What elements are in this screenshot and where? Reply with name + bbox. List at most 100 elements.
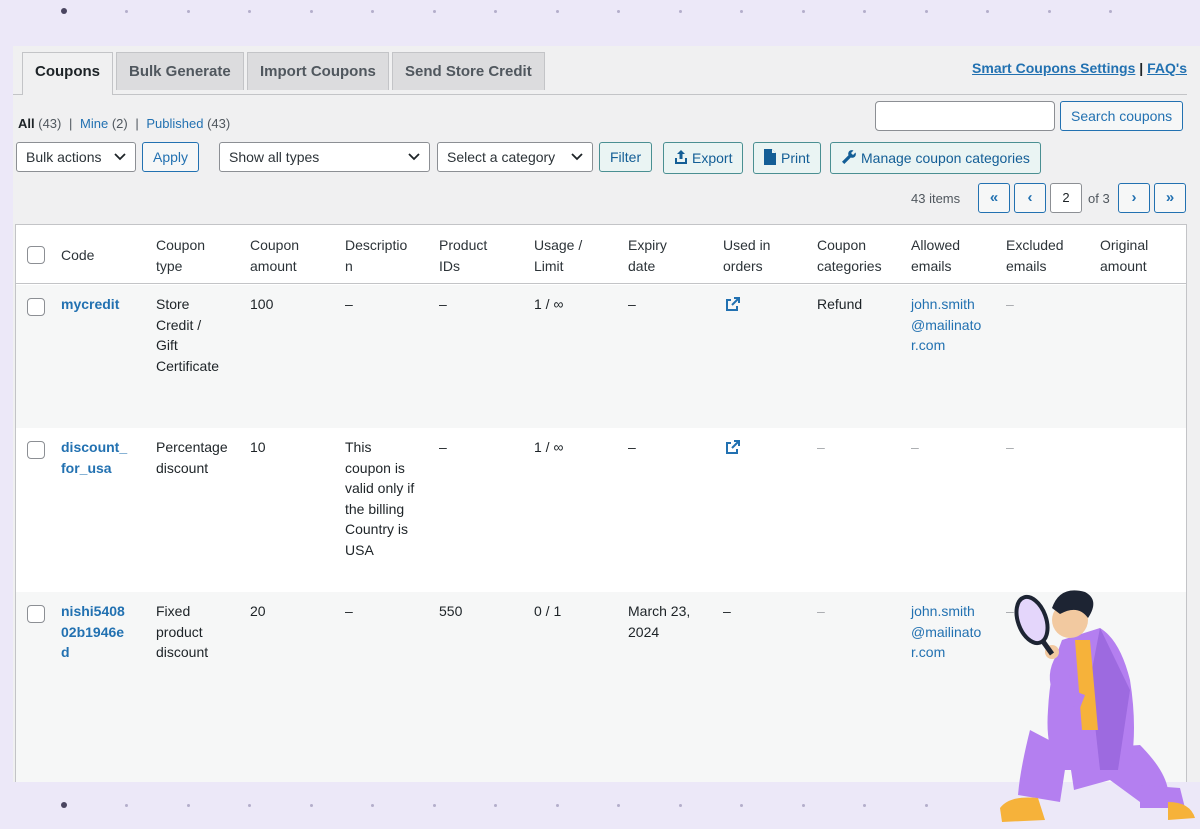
faq-link[interactable]: FAQ's — [1147, 60, 1187, 76]
view-published-count: (43) — [207, 116, 231, 131]
view-sep: | — [135, 116, 139, 131]
col-expiry-date[interactable]: Expiry date — [628, 235, 667, 276]
category-select[interactable]: Select a category — [437, 142, 593, 172]
last-page-button[interactable]: » — [1154, 183, 1186, 213]
view-published[interactable]: Published — [146, 116, 203, 131]
col-usage-limit: Usage / Limit — [534, 237, 583, 274]
table-row: mycredit Store Credit / Gift Certificate 10… — [16, 285, 1186, 428]
col-original-amount: Original amount — [1100, 237, 1149, 274]
bulk-actions-value: Bulk actions — [26, 149, 102, 165]
coupon-amount: 20 — [250, 603, 266, 619]
export-label: Export — [692, 150, 733, 166]
chevron-down-icon — [571, 143, 583, 180]
manage-coupon-categories-button[interactable]: Manage coupon categories — [830, 142, 1041, 174]
decorative-dots-top — [0, 8, 1200, 28]
usage-limit: 1 / ∞ — [534, 296, 564, 312]
col-coupon-amount: Coupon amount — [250, 237, 300, 274]
coupon-description: This coupon is valid only if the billing Cou… — [345, 439, 415, 558]
search-coupons-button[interactable]: Search coupons — [1060, 101, 1184, 131]
coupon-type: Store Credit / Gift Certificate — [156, 296, 220, 374]
row-checkbox[interactable] — [27, 441, 45, 459]
excluded-emails: – — [1006, 296, 1014, 312]
chevron-down-icon — [408, 143, 420, 180]
used-in-orders: – — [723, 603, 731, 619]
col-coupon-categories: Coupon categories — [817, 237, 882, 274]
col-description: Descriptio n — [345, 237, 408, 274]
next-page-button[interactable]: › — [1118, 183, 1150, 213]
coupon-categories: Refund — [817, 296, 863, 312]
table-header: Code Coupon type Coupon amount Descriptio n… — [16, 225, 1186, 284]
view-mine[interactable]: Mine — [80, 116, 108, 131]
category-value: Select a category — [447, 149, 556, 165]
col-product-ids: Product IDs — [439, 237, 488, 274]
chevron-down-icon — [114, 143, 126, 180]
select-all-checkbox[interactable] — [27, 246, 45, 264]
row-checkbox[interactable] — [27, 605, 45, 623]
external-link-icon[interactable] — [725, 440, 740, 461]
tab-import-coupons[interactable]: Import Coupons — [247, 52, 389, 90]
view-sep: | — [69, 116, 73, 131]
allowed-emails[interactable]: john.smith @mailinato r.com — [911, 294, 981, 356]
link-separator: | — [1139, 60, 1144, 76]
usage-limit: 1 / ∞ — [534, 439, 564, 455]
coupon-code-link[interactable]: mycredit — [61, 294, 119, 315]
first-page-button[interactable]: « — [978, 183, 1010, 213]
tab-bar: Coupons Bulk Generate Import Coupons Sen… — [13, 52, 1187, 95]
table-row: discount_ for_usa Percentage discount 10 T… — [16, 428, 1186, 592]
top-links: Smart Coupons Settings | FAQ's — [972, 60, 1187, 76]
export-button[interactable]: Export — [663, 142, 744, 174]
excluded-emails: – — [1006, 439, 1014, 455]
view-all[interactable]: All — [18, 116, 35, 131]
col-coupon-type: Coupon type — [156, 237, 206, 274]
bulk-actions-select[interactable]: Bulk actions — [16, 142, 136, 172]
allowed-emails[interactable]: john.smith @mailinato r.com — [911, 601, 981, 663]
coupon-code-link[interactable]: nishi5408 02b1946e d — [61, 601, 125, 663]
coupon-code-link[interactable]: discount_ for_usa — [61, 437, 127, 478]
col-code[interactable]: Code — [61, 245, 94, 266]
items-count: 43 items — [911, 191, 961, 206]
coupon-type: Fixed product discount — [156, 603, 209, 661]
coupon-description: – — [345, 603, 353, 619]
coupon-categories: – — [817, 603, 825, 619]
product-ids: 550 — [439, 603, 463, 619]
col-allowed-emails: Allowed emails — [911, 237, 961, 274]
document-icon — [764, 149, 776, 165]
coupon-description: – — [345, 296, 353, 312]
coupon-type: Percentage discount — [156, 439, 228, 476]
tab-bulk-generate[interactable]: Bulk Generate — [116, 52, 244, 90]
coupon-amount: 100 — [250, 296, 274, 312]
allowed-emails: – — [911, 439, 919, 455]
print-label: Print — [781, 150, 810, 166]
tab-coupons[interactable]: Coupons — [22, 52, 113, 95]
col-excluded-emails: Excluded emails — [1006, 237, 1064, 274]
external-link-icon[interactable] — [725, 297, 740, 318]
coupon-type-select[interactable]: Show all types — [219, 142, 430, 172]
usage-limit: 0 / 1 — [534, 603, 562, 619]
coupon-type-value: Show all types — [229, 149, 320, 165]
apply-button[interactable]: Apply — [142, 142, 200, 172]
view-all-count: (43) — [38, 116, 62, 131]
row-checkbox[interactable] — [27, 298, 45, 316]
expiry-date: – — [628, 439, 636, 455]
current-page-input[interactable]: 2 — [1050, 183, 1082, 213]
expiry-date: – — [628, 296, 636, 312]
prev-page-button[interactable]: ‹ — [1014, 183, 1046, 213]
wrench-icon — [842, 150, 856, 164]
expiry-date: March 23, 2024 — [628, 603, 691, 640]
export-icon — [675, 150, 687, 164]
view-filters: All (43) | Mine (2) | Published (43) — [18, 116, 230, 131]
print-button[interactable]: Print — [753, 142, 821, 174]
view-mine-count: (2) — [111, 116, 128, 131]
total-pages: of 3 — [1088, 191, 1110, 206]
smart-coupons-settings-link[interactable]: Smart Coupons Settings — [972, 60, 1135, 76]
product-ids: – — [439, 439, 447, 455]
search-input[interactable] — [875, 101, 1055, 131]
person-with-magnifier-illustration — [1000, 590, 1195, 822]
coupon-categories: – — [817, 439, 825, 455]
product-ids: – — [439, 296, 447, 312]
filter-button[interactable]: Filter — [599, 142, 653, 172]
manage-label: Manage coupon categories — [861, 150, 1030, 166]
tab-send-store-credit[interactable]: Send Store Credit — [392, 52, 545, 90]
col-used-in-orders: Used in orders — [723, 237, 771, 274]
coupon-amount: 10 — [250, 439, 266, 455]
